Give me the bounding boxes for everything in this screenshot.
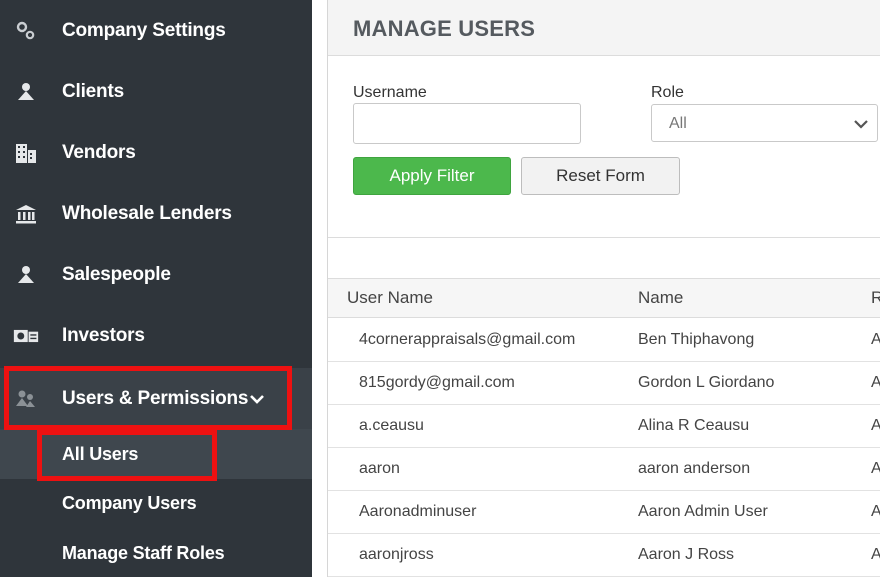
users-icon (13, 387, 39, 411)
sidebar: Company Settings Clients Vendors Wholesa… (0, 0, 312, 577)
cell-name: Ben Thiphavong (638, 331, 755, 348)
sidebar-item-clients[interactable]: Clients (0, 61, 312, 122)
column-header-user-name[interactable]: User Name (347, 288, 433, 308)
sidebar-item-users-permissions[interactable]: Users & Permissions (0, 368, 312, 429)
sidebar-item-company-settings[interactable]: Company Settings (0, 0, 312, 61)
table-row[interactable]: aaron aaron anderson A (328, 448, 880, 491)
table-row[interactable]: a.ceausu Alina R Ceausu A (328, 405, 880, 448)
sidebar-item-label: Salespeople (62, 263, 171, 285)
chevron-down-icon (853, 117, 869, 129)
submenu-item-manage-staff-roles[interactable]: Manage Staff Roles (0, 528, 312, 577)
column-header-name[interactable]: Name (638, 288, 683, 308)
role-select-value: All (669, 115, 687, 132)
username-input[interactable] (353, 103, 581, 144)
table-row[interactable]: Aaronadminuser Aaron Admin User A (328, 491, 880, 534)
table-header: User Name Name R (328, 278, 880, 318)
gears-icon (13, 19, 39, 43)
sidebar-item-label: Company Settings (62, 19, 226, 41)
person-icon (13, 263, 39, 287)
gutter (312, 0, 327, 577)
sidebar-item-wholesale-lenders[interactable]: Wholesale Lenders (0, 183, 312, 244)
sidebar-item-label: Wholesale Lenders (62, 202, 232, 224)
cell-name: aaron anderson (638, 460, 751, 477)
apply-filter-button[interactable]: Apply Filter (353, 157, 511, 195)
cell-role: A (871, 417, 880, 435)
submenu-item-company-users[interactable]: Company Users (0, 478, 312, 528)
reset-form-button[interactable]: Reset Form (521, 157, 680, 195)
submenu-item-label: Company Users (62, 492, 197, 513)
cell-role: A (871, 546, 880, 564)
page-header: MANAGE USERS (328, 0, 880, 56)
submenu: All Users Company Users Manage Staff Rol… (0, 429, 312, 577)
sidebar-item-label: Investors (62, 324, 145, 346)
chevron-down-icon[interactable] (248, 390, 266, 404)
role-select[interactable]: All (651, 104, 878, 142)
table-row[interactable]: aaronjross Aaron J Ross A (328, 534, 880, 577)
cell-role: A (871, 374, 880, 392)
cell-role: A (871, 460, 880, 478)
cell-name: Alina R Ceausu (638, 417, 750, 434)
submenu-item-all-users[interactable]: All Users (0, 429, 312, 479)
submenu-item-label: Manage Staff Roles (62, 542, 225, 563)
column-header-role[interactable]: R (871, 288, 880, 308)
bank-icon (13, 202, 39, 226)
main-panel: MANAGE USERS Username Role All Apply Fil… (327, 0, 880, 577)
cell-name: Aaron J Ross (638, 546, 735, 563)
cell-user-name: Aaronadminuser (359, 503, 477, 520)
cell-role: A (871, 331, 880, 349)
cell-user-name: 815gordy@gmail.com (359, 374, 515, 391)
sidebar-item-label: Clients (62, 80, 124, 102)
page-title: MANAGE USERS (353, 16, 536, 41)
submenu-item-label: All Users (62, 443, 139, 464)
username-label: Username (353, 84, 427, 101)
sidebar-item-label: Vendors (62, 141, 136, 163)
sidebar-item-investors[interactable]: Investors (0, 305, 312, 366)
sidebar-item-salespeople[interactable]: Salespeople (0, 244, 312, 305)
person-icon (13, 80, 39, 104)
table-row[interactable]: 815gordy@gmail.com Gordon L Giordano A (328, 362, 880, 405)
cell-user-name: 4cornerappraisals@gmail.com (359, 331, 576, 348)
sidebar-item-vendors[interactable]: Vendors (0, 122, 312, 183)
building-icon (13, 141, 39, 165)
table-row[interactable]: 4cornerappraisals@gmail.com Ben Thiphavo… (328, 319, 880, 362)
cell-user-name: aaron (359, 460, 400, 477)
cell-name: Aaron Admin User (638, 503, 768, 520)
cell-user-name: aaronjross (359, 546, 434, 563)
cell-role: A (871, 503, 880, 521)
cell-user-name: a.ceausu (359, 417, 424, 434)
sidebar-item-label: Users & Permissions (62, 387, 249, 409)
role-label: Role (651, 84, 684, 101)
money-icon (13, 324, 39, 348)
cell-name: Gordon L Giordano (638, 374, 775, 391)
divider (328, 237, 880, 238)
